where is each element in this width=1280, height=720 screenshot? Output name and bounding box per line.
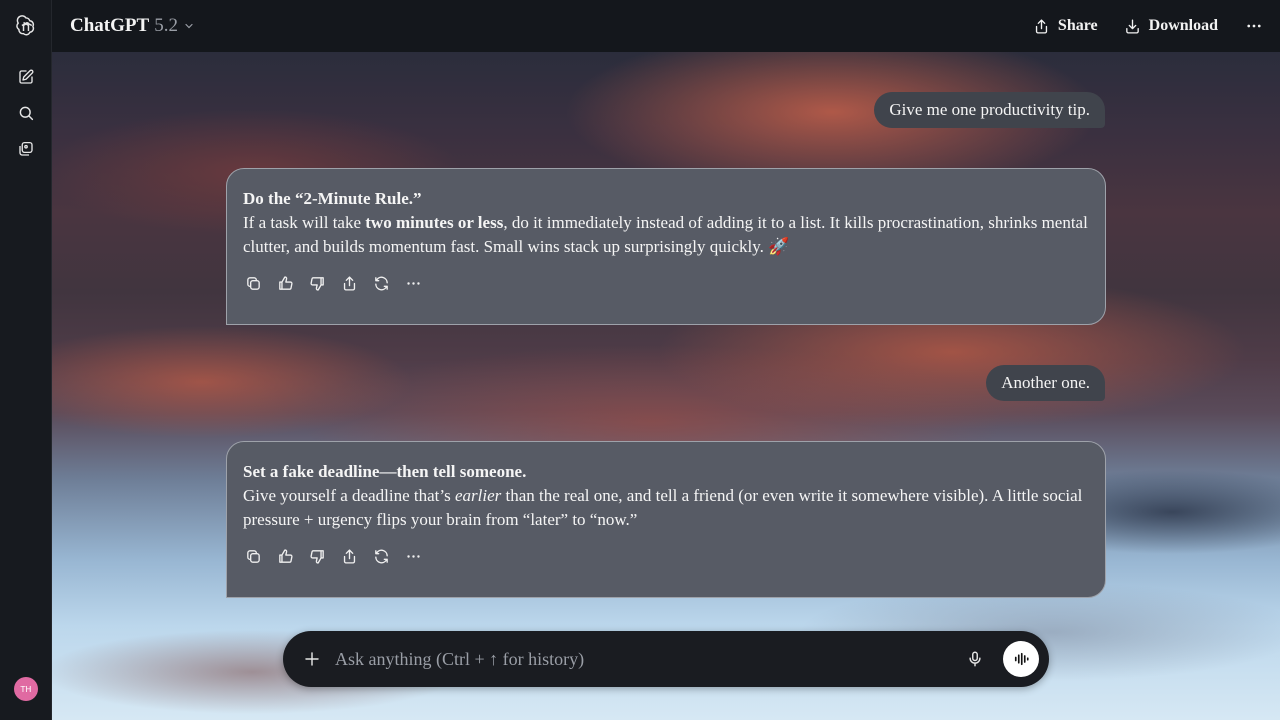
thumbs-down-icon[interactable] <box>307 273 327 293</box>
regenerate-icon[interactable] <box>371 546 391 566</box>
sidebar: TH <box>0 0 52 720</box>
share-icon[interactable] <box>339 273 359 293</box>
assistant-message-body: If a task will take two minutes or less,… <box>243 213 1088 256</box>
dictate-button[interactable] <box>963 647 987 671</box>
copy-icon[interactable] <box>243 273 263 293</box>
conversation-area: Give me one productivity tip. Do the “2-… <box>52 52 1280 720</box>
more-icon[interactable] <box>403 273 423 293</box>
top-bar: ChatGPT 5.2 Share Download <box>52 0 1280 52</box>
assistant-message-title: Set a fake deadline—then tell someone. <box>243 462 527 481</box>
download-icon <box>1125 18 1139 34</box>
user-message-text: Give me one productivity tip. <box>889 100 1090 119</box>
assistant-message-body: Give yourself a deadline that’s earlier … <box>243 486 1083 529</box>
share-label: Share <box>1057 17 1098 34</box>
microphone-icon <box>969 651 981 667</box>
user-message: Give me one productivity tip. <box>874 92 1105 128</box>
regenerate-icon[interactable] <box>371 273 391 293</box>
openai-logo-icon[interactable] <box>9 9 43 43</box>
copy-icon[interactable] <box>243 546 263 566</box>
new-chat-icon[interactable] <box>9 60 43 94</box>
thumbs-up-icon[interactable] <box>275 546 295 566</box>
voice-mode-button[interactable] <box>1003 641 1039 677</box>
composer <box>283 631 1049 687</box>
assistant-message: Do the “2-Minute Rule.” If a task will t… <box>226 168 1106 325</box>
chevron-down-icon <box>185 23 193 29</box>
more-icon[interactable] <box>403 546 423 566</box>
assistant-message: Set a fake deadline—then tell someone. G… <box>226 441 1106 598</box>
share-icon[interactable] <box>339 546 359 566</box>
model-version: 5.2 <box>154 15 178 36</box>
avatar[interactable]: TH <box>14 677 38 701</box>
assistant-message-title: Do the “2-Minute Rule.” <box>243 189 422 208</box>
library-icon[interactable] <box>9 132 43 166</box>
more-options-icon[interactable] <box>1244 16 1264 36</box>
user-message-text: Another one. <box>1001 373 1090 392</box>
model-selector[interactable]: ChatGPT 5.2 <box>70 15 195 37</box>
download-button[interactable]: Download <box>1124 17 1218 35</box>
thumbs-down-icon[interactable] <box>307 546 327 566</box>
voice-waveform-icon <box>1014 652 1029 666</box>
search-icon[interactable] <box>9 96 43 130</box>
add-attachment-button[interactable] <box>300 647 324 671</box>
prompt-input[interactable] <box>335 648 963 670</box>
thumbs-up-icon[interactable] <box>275 273 295 293</box>
model-name: ChatGPT <box>70 15 150 36</box>
message-actions <box>243 546 1089 566</box>
plus-icon <box>305 652 319 666</box>
message-actions <box>243 273 1089 293</box>
download-label: Download <box>1148 17 1218 34</box>
share-icon <box>1035 18 1048 34</box>
user-message: Another one. <box>986 365 1105 401</box>
share-button[interactable]: Share <box>1033 17 1098 35</box>
